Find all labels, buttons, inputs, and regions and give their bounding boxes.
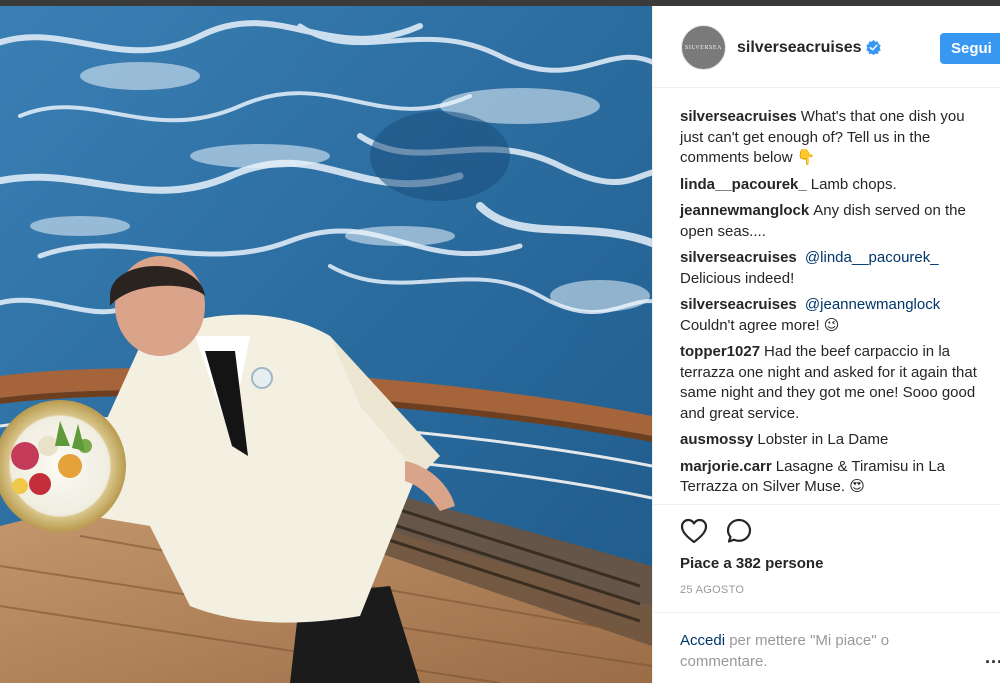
comment-text: Couldn't agree more! 😉 xyxy=(680,316,840,334)
comment-mention[interactable]: @jeannewmanglock xyxy=(801,296,940,313)
comment-username[interactable]: marjorie.carr xyxy=(680,458,772,475)
follow-button[interactable]: Segui xyxy=(940,33,1000,64)
comment-text: Delicious indeed! xyxy=(680,269,795,287)
comment-text: Lobster in La Dame xyxy=(757,431,889,448)
comment-item: silverseacruises What's that one dish you… xyxy=(680,107,990,169)
login-footer: Accedi per mettere "Mi piace" o commenta… xyxy=(653,612,1000,682)
post-header: SILVERSEA silverseacruises Segui xyxy=(653,6,1000,88)
comment-item: silverseacruises @linda__pacourek_ Delici… xyxy=(680,248,990,289)
more-options-icon[interactable]: ... xyxy=(985,647,1000,668)
comment-username[interactable]: silverseacruises xyxy=(680,249,797,266)
post-side-panel: SILVERSEA silverseacruises Segui silvers… xyxy=(652,6,1000,683)
login-link[interactable]: Accedi xyxy=(680,632,725,649)
post-photo[interactable] xyxy=(0,6,652,683)
comment-mention[interactable]: @linda__pacourek_ xyxy=(801,249,939,266)
heart-icon[interactable] xyxy=(680,518,708,544)
comment-username[interactable]: ausmossy xyxy=(680,431,753,448)
likes-count[interactable]: Piace a 382 persone xyxy=(680,555,823,572)
login-prompt: Accedi per mettere "Mi piace" o commenta… xyxy=(680,631,950,672)
username-link[interactable]: silverseacruises xyxy=(737,39,862,57)
comment-username[interactable]: topper1027 xyxy=(680,343,760,360)
verified-badge-icon xyxy=(866,40,881,55)
comment-item: ausmossy Lobster in La Dame xyxy=(680,430,990,451)
avatar-logo-text: SILVERSEA xyxy=(684,44,723,51)
comment-username[interactable]: silverseacruises xyxy=(680,108,797,125)
comment-item: linda__pacourek_ Lamb chops. xyxy=(680,175,990,196)
comments-list: silverseacruises What's that one dish you… xyxy=(680,107,990,504)
comment-bubble-icon[interactable] xyxy=(726,518,752,544)
comment-item: marjorie.carr Lasagne & Tiramisu in La Te… xyxy=(680,457,990,498)
comment-text: Lamb chops. xyxy=(810,175,897,193)
comment-item: topper1027 Had the beef carpaccio in la t… xyxy=(680,342,990,424)
comment-item: jeannewmanglock Any dish served on the op… xyxy=(680,201,990,242)
comment-item: silverseacruises @jeannewmanglock Couldn'… xyxy=(680,295,990,336)
post-date[interactable]: 25 AGOSTO xyxy=(680,584,744,596)
comment-username[interactable]: silverseacruises xyxy=(680,296,797,313)
comment-username[interactable]: jeannewmanglock xyxy=(680,202,809,219)
avatar[interactable]: SILVERSEA xyxy=(681,25,726,70)
comment-username[interactable]: linda__pacourek_ xyxy=(680,176,807,193)
